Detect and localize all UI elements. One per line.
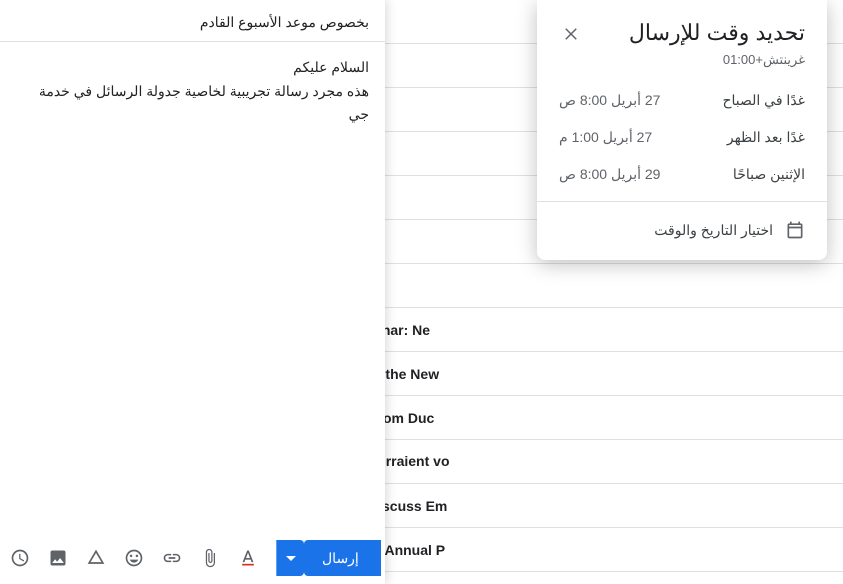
emoji-icon[interactable] xyxy=(124,548,144,568)
insert-link-icon[interactable] xyxy=(162,548,182,568)
compose-body-line: هذه مجرد رسالة تجريبية لخاصية جدولة الرس… xyxy=(16,80,369,125)
send-options-dropdown[interactable] xyxy=(276,540,304,576)
compose-body-line: السلام عليكم xyxy=(16,56,369,78)
confidential-mode-icon[interactable] xyxy=(10,548,30,568)
custom-datetime-label: اختيار التاريخ والوقت xyxy=(654,222,773,239)
schedule-pick-datetime[interactable]: اختيار التاريخ والوقت xyxy=(559,210,805,242)
compose-panel: بخصوص موعد الأسبوع القادم السلام عليكم ه… xyxy=(0,0,385,584)
attach-file-icon[interactable] xyxy=(200,548,220,568)
compose-body[interactable]: السلام عليكم هذه مجرد رسالة تجريبية لخاص… xyxy=(0,42,385,532)
popup-title: تحديد وقت للإرسال xyxy=(629,20,805,46)
option-label: غدًا بعد الظهر xyxy=(727,129,805,146)
schedule-option-monday-morning[interactable]: الإثنين صباحًا 29 أبريل 8:00 ص xyxy=(559,156,805,193)
option-time: 29 أبريل 8:00 ص xyxy=(559,166,660,183)
popup-timezone: غرينتش+01:00 xyxy=(559,52,805,68)
schedule-option-tomorrow-afternoon[interactable]: غدًا بعد الظهر 27 أبريل 1:00 م xyxy=(559,119,805,156)
send-button-group: إرسال xyxy=(276,540,381,576)
insert-photo-icon[interactable] xyxy=(48,548,68,568)
option-label: غدًا في الصباح xyxy=(722,92,805,109)
divider xyxy=(537,201,827,202)
option-time: 27 أبريل 8:00 ص xyxy=(559,92,660,109)
drive-icon[interactable] xyxy=(86,548,106,568)
close-icon[interactable] xyxy=(559,22,583,46)
calendar-icon xyxy=(785,220,805,240)
compose-toolbar: إرسال xyxy=(0,532,385,584)
option-time: 27 أبريل 1:00 م xyxy=(559,129,652,146)
option-label: الإثنين صباحًا xyxy=(733,166,805,183)
send-button[interactable]: إرسال xyxy=(304,540,381,576)
schedule-send-popup: تحديد وقت للإرسال غرينتش+01:00 غدًا في ا… xyxy=(537,0,827,260)
compose-subject[interactable]: بخصوص موعد الأسبوع القادم xyxy=(0,0,385,42)
text-format-icon[interactable] xyxy=(238,548,258,568)
popup-header: تحديد وقت للإرسال xyxy=(559,20,805,46)
schedule-option-tomorrow-morning[interactable]: غدًا في الصباح 27 أبريل 8:00 ص xyxy=(559,82,805,119)
